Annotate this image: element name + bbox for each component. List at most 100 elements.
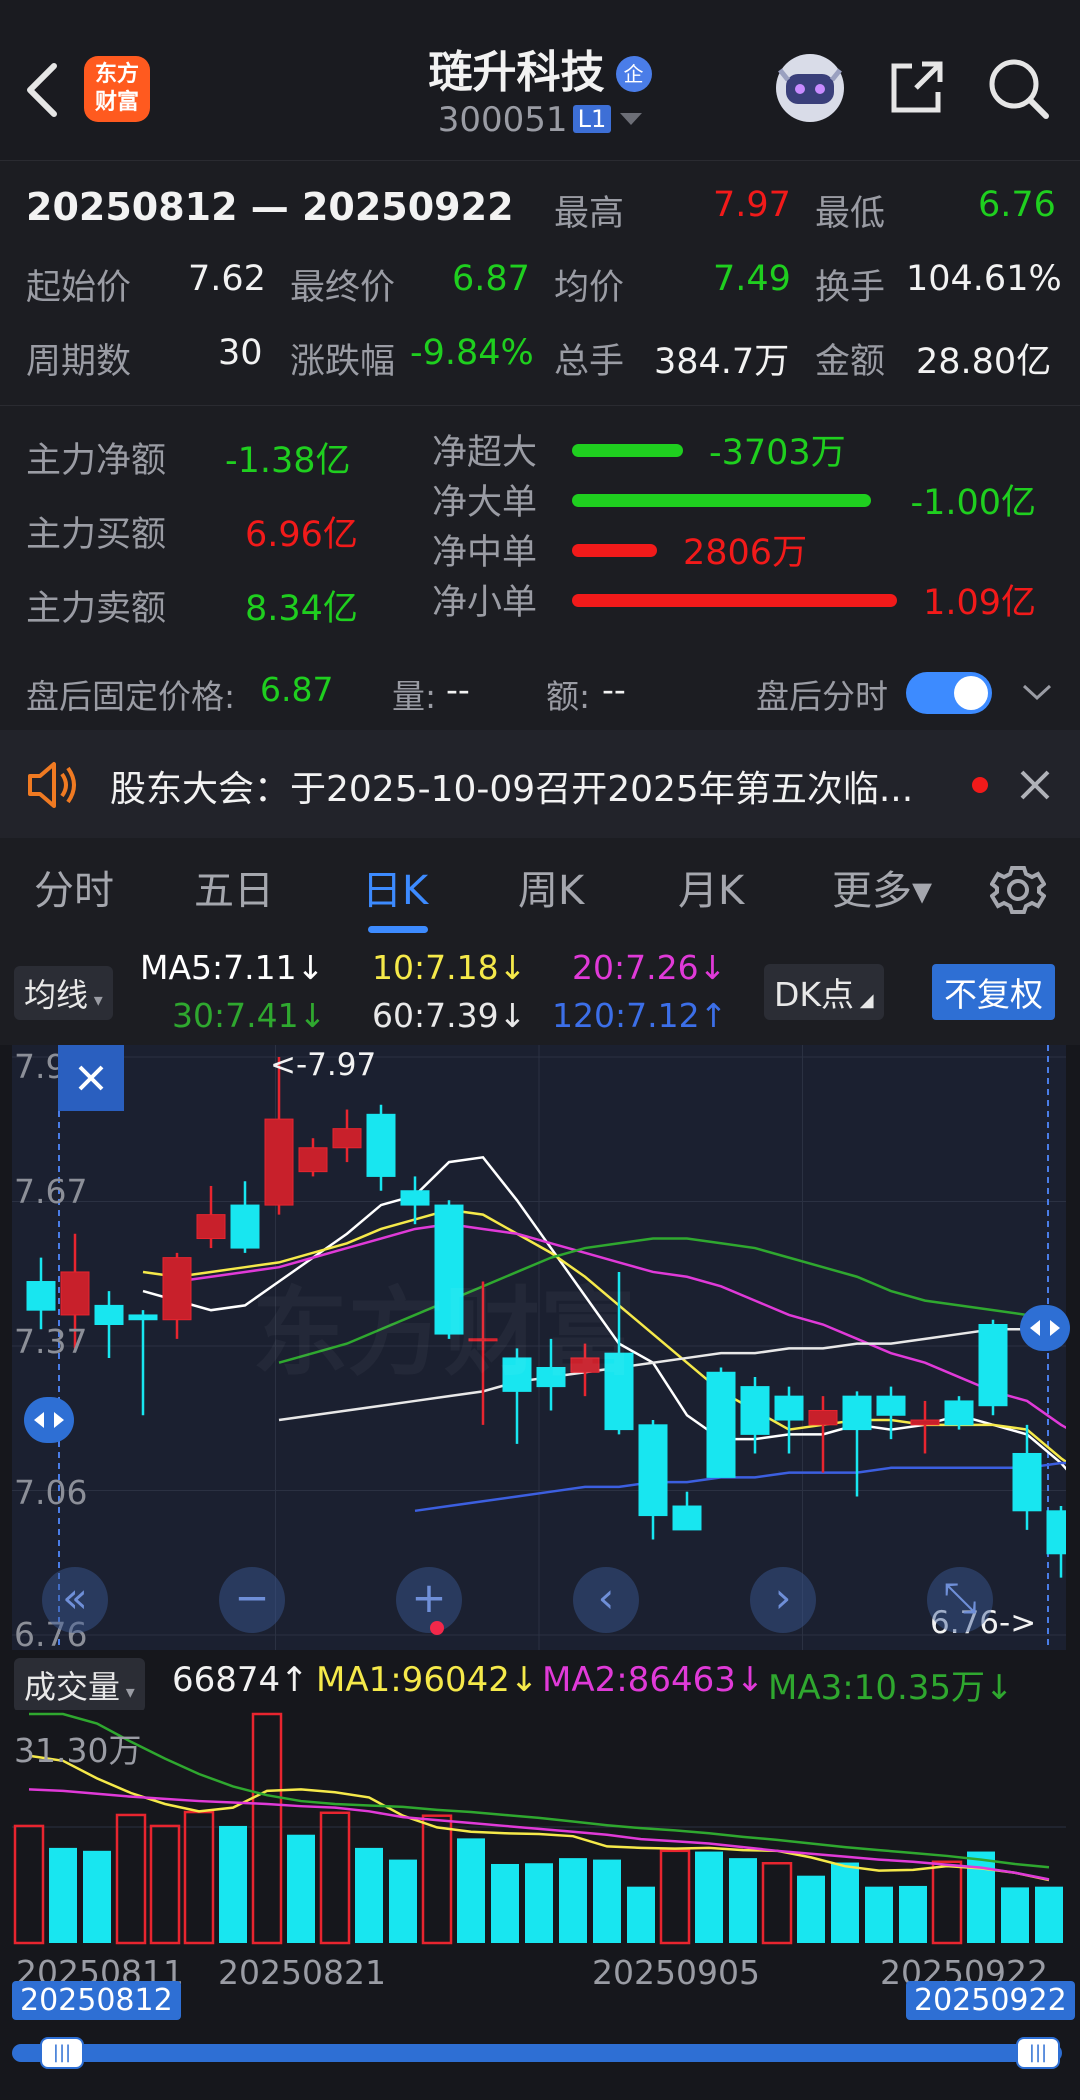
- vol-ma2-value: MA2:86463↓: [542, 1660, 765, 1700]
- avg-value: 7.49: [713, 259, 791, 299]
- volume-bar: [355, 1847, 383, 1943]
- prev-button[interactable]: ‹: [573, 1567, 639, 1633]
- volume-bar: [865, 1886, 893, 1943]
- settings-gear-icon[interactable]: [990, 862, 1046, 918]
- tab-monthly-k[interactable]: 月K: [678, 858, 744, 916]
- volume-bar: [83, 1850, 111, 1943]
- candle-body: [808, 1409, 838, 1426]
- after-amt-label: 额:: [546, 677, 591, 716]
- candle-body: [910, 1419, 940, 1426]
- volume-current: 66874↑: [172, 1660, 309, 1700]
- candle-body: [774, 1395, 804, 1421]
- volume-bar: [251, 1712, 283, 1945]
- candle-body: [706, 1371, 736, 1478]
- volume-selector-label: 成交量: [24, 1668, 121, 1706]
- tab-weekly-k[interactable]: 周K: [518, 858, 584, 916]
- adjust-button[interactable]: 不复权: [932, 964, 1055, 1020]
- zoom-indicator-dot: [430, 1621, 444, 1635]
- dk-point-button[interactable]: DK点 ◢: [764, 964, 884, 1020]
- date-tick-2: 20250821: [218, 1953, 386, 1992]
- change-value: -9.84%: [410, 333, 534, 373]
- range-slider-track[interactable]: [12, 2044, 1062, 2062]
- range-start-date: 20250812: [12, 1981, 181, 2020]
- speaker-icon: [28, 762, 76, 808]
- candle-body: [842, 1395, 872, 1431]
- zoom-out-button[interactable]: −: [219, 1567, 285, 1633]
- share-icon[interactable]: [886, 58, 946, 118]
- volume-bar: [593, 1859, 621, 1943]
- after-time-toggle[interactable]: [906, 672, 992, 714]
- volume-bar: [831, 1862, 859, 1943]
- candle-body: [264, 1118, 294, 1206]
- flow-item-value: -3703万: [709, 433, 846, 473]
- candle-body: [230, 1204, 260, 1249]
- after-qty-value: --: [446, 670, 470, 709]
- flow-item-bar: [572, 544, 657, 557]
- low-value: 6.76: [978, 185, 1056, 225]
- amount-value: 28.80亿: [916, 342, 1052, 382]
- unread-dot: [972, 777, 988, 793]
- left-drag-handle[interactable]: [24, 1397, 74, 1443]
- flow-item-bar: [572, 594, 897, 607]
- expand-button[interactable]: ⤡: [927, 1567, 993, 1633]
- search-icon[interactable]: [986, 56, 1052, 122]
- tab-intraday[interactable]: 分时: [34, 858, 114, 916]
- close-overlay-button[interactable]: [58, 1045, 124, 1111]
- main-sell-label: 主力卖额: [26, 589, 167, 629]
- expand-chevron-icon[interactable]: [1020, 680, 1054, 704]
- dk-point-label: DK点: [774, 975, 855, 1014]
- tab-more[interactable]: 更多▾: [832, 858, 932, 916]
- next-button[interactable]: ›: [750, 1567, 816, 1633]
- flow-item-label: 净超大: [432, 433, 538, 473]
- close-value: 6.87: [452, 259, 530, 299]
- range-summary: 20250812 — 20250922 最高 7.97 最低 6.76 起始价 …: [0, 160, 1080, 405]
- candle-body: [876, 1395, 906, 1416]
- flow-item-label: 净大单: [432, 483, 538, 523]
- volume-chart[interactable]: 31.30万: [12, 1710, 1066, 1945]
- right-drag-handle[interactable]: [1020, 1305, 1070, 1351]
- close-icon[interactable]: [1018, 768, 1052, 802]
- kline-chart[interactable]: 东方财富 7.977.677.377.066.76 <-7.97 6.76-> …: [12, 1045, 1070, 1654]
- volume-selector[interactable]: 成交量 ▾: [14, 1658, 145, 1712]
- range-slider-left-handle[interactable]: |||: [40, 2037, 84, 2069]
- assistant-robot-icon[interactable]: [770, 50, 850, 126]
- volume-value: 384.7万: [654, 342, 790, 382]
- close-icon: [78, 1065, 104, 1091]
- main-buy-value: 6.96亿: [245, 515, 358, 555]
- candle-body: [1012, 1452, 1042, 1512]
- tab-five-day[interactable]: 五日: [194, 858, 274, 916]
- volume-bar: [659, 1849, 691, 1945]
- candle-body: [162, 1257, 192, 1321]
- amount-label: 金额: [815, 342, 886, 382]
- candle-body: [740, 1386, 770, 1435]
- main-buy-label: 主力买额: [26, 515, 167, 555]
- ma-selector[interactable]: 均线 ▾: [14, 966, 113, 1020]
- date-range: 20250812 — 20250922: [26, 185, 514, 229]
- main-sell-value: 8.34亿: [245, 589, 358, 629]
- close-label: 最终价: [290, 268, 396, 308]
- notice-banner[interactable]: 股东大会：于2025-10-09召开2025年第五次临...: [0, 730, 1080, 838]
- zoom-in-button[interactable]: +: [396, 1567, 462, 1633]
- volume-plot[interactable]: [12, 1710, 1066, 1945]
- volume-ma-line: [29, 1712, 1050, 1869]
- volume-bar: [421, 1814, 453, 1945]
- y-tick-label: 7.06: [14, 1473, 88, 1512]
- candle-body: [332, 1128, 362, 1149]
- range-slider-right-handle[interactable]: |||: [1016, 2037, 1060, 2069]
- ma20-value: 20:7.26↓: [572, 948, 727, 987]
- tab-daily-k[interactable]: 日K: [362, 858, 428, 916]
- candle-body: [128, 1314, 158, 1321]
- top-bar: 东方 财富 琏升科技 企 300051 L1: [0, 0, 1080, 160]
- candle-body: [60, 1271, 90, 1316]
- flow-item-bar: [572, 444, 683, 457]
- volume-bar: [525, 1863, 553, 1943]
- volume-bar: [761, 1862, 793, 1945]
- ma120-value: 120:7.12↑: [552, 996, 728, 1035]
- rewind-button[interactable]: «: [42, 1567, 108, 1633]
- flow-item-value: 2806万: [683, 533, 808, 573]
- date-tick-3: 20250905: [592, 1953, 760, 1992]
- high-marker: <-7.97: [270, 1047, 377, 1083]
- volume-bar: [967, 1851, 995, 1943]
- indicator-legend: 均线 ▾ MA5:7.11↓ 10:7.18↓ 20:7.26↓ 30:7.41…: [0, 940, 1080, 1045]
- after-time-label: 盘后分时: [756, 677, 888, 716]
